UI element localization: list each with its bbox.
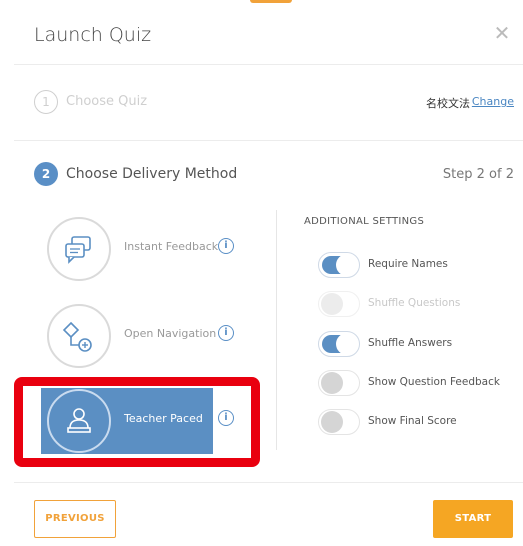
setting-shuffle-answers: Shuffle Answers [304, 331, 514, 357]
additional-settings-title: ADDITIONAL SETTINGS [304, 216, 425, 227]
step-divider [14, 140, 523, 141]
info-icon[interactable]: i [218, 238, 234, 254]
start-button[interactable]: START [433, 500, 513, 538]
method-instant-feedback[interactable]: Instant Feedback i [32, 216, 242, 282]
show-final-score-toggle[interactable] [318, 409, 360, 435]
step-choose-delivery: 2 Choose Delivery Method Step 2 of 2 [34, 162, 514, 188]
selected-quiz-name: 名校文法 [426, 97, 470, 110]
step-counter: Step 2 of 2 [442, 167, 514, 182]
column-separator [276, 210, 277, 450]
method-label: Open Navigation [124, 327, 217, 340]
step1-number: 1 [34, 90, 58, 114]
setting-shuffle-questions: Shuffle Questions [304, 291, 514, 317]
chat-feedback-icon [47, 217, 111, 281]
method-open-navigation[interactable]: Open Navigation i [32, 303, 242, 369]
setting-show-final-score: Show Final Score [304, 409, 514, 435]
setting-label: Shuffle Questions [368, 297, 461, 309]
shuffle-questions-toggle[interactable] [318, 291, 360, 317]
require-names-toggle[interactable] [318, 252, 360, 278]
top-accent-bar [250, 0, 292, 3]
change-quiz-link[interactable]: Change [472, 95, 514, 108]
step2-label: Choose Delivery Method [66, 166, 238, 182]
step2-number: 2 [34, 162, 58, 186]
setting-label: Show Question Feedback [368, 376, 500, 388]
setting-label: Show Final Score [368, 415, 457, 427]
step-choose-quiz: 1 Choose Quiz 名校文法 Change [34, 90, 514, 116]
footer-divider [14, 482, 523, 483]
step1-label: Choose Quiz [66, 94, 148, 109]
setting-require-names: Require Names [304, 252, 514, 278]
method-label: Instant Feedback [124, 240, 219, 253]
setting-show-question-feedback: Show Question Feedback [304, 370, 514, 396]
navigation-icon [47, 304, 111, 368]
shuffle-answers-toggle[interactable] [318, 331, 360, 357]
selection-highlight-box [14, 377, 260, 467]
header-divider [14, 64, 523, 65]
modal-title: Launch Quiz [34, 24, 152, 46]
info-icon[interactable]: i [218, 325, 234, 341]
setting-label: Require Names [368, 258, 448, 270]
setting-label: Shuffle Answers [368, 337, 453, 349]
close-icon[interactable]: ✕ [491, 22, 513, 44]
previous-button[interactable]: PREVIOUS [34, 500, 116, 538]
show-question-feedback-toggle[interactable] [318, 370, 360, 396]
